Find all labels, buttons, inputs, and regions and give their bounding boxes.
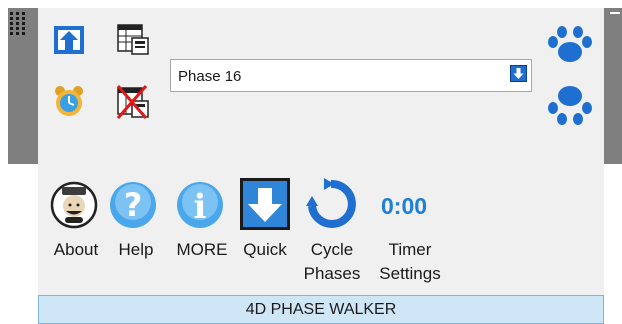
timer-value[interactable]: 0:00 bbox=[381, 193, 427, 220]
phase-select[interactable]: Phase 16 bbox=[170, 59, 532, 92]
svg-text:i: i bbox=[194, 187, 207, 227]
quick-down-arrow-icon bbox=[240, 178, 290, 230]
cycle-label-line2[interactable]: Phases bbox=[300, 264, 364, 284]
quick-button[interactable] bbox=[238, 176, 292, 232]
paw-forward-icon bbox=[548, 26, 592, 62]
about-avatar-icon bbox=[50, 181, 98, 229]
svg-text:?: ? bbox=[124, 186, 143, 224]
info-icon: i bbox=[177, 182, 223, 228]
right-edge-bar bbox=[604, 8, 622, 164]
grip-dots-icon[interactable] bbox=[10, 12, 28, 38]
schedule-table-icon bbox=[117, 24, 149, 55]
alarm-button[interactable] bbox=[52, 84, 86, 118]
step-back-button[interactable] bbox=[546, 84, 594, 128]
schedule-delete-icon bbox=[116, 85, 149, 119]
about-label[interactable]: About bbox=[44, 240, 108, 260]
quick-label[interactable]: Quick bbox=[236, 240, 294, 260]
panel-title: 4D PHASE WALKER bbox=[245, 301, 397, 318]
left-blank-strip bbox=[8, 164, 38, 324]
phase-select-value: Phase 16 bbox=[178, 68, 242, 85]
cycle-refresh-icon bbox=[306, 178, 356, 228]
panel-title-bar: 4D PHASE WALKER bbox=[38, 295, 604, 324]
step-forward-button[interactable] bbox=[546, 24, 594, 64]
drag-handle-area[interactable] bbox=[8, 8, 38, 164]
help-icon: ? bbox=[110, 182, 156, 228]
schedule-delete-button[interactable] bbox=[116, 84, 150, 120]
cycle-label-line1[interactable]: Cycle bbox=[300, 240, 364, 260]
more-label[interactable]: MORE bbox=[172, 240, 232, 260]
export-button[interactable] bbox=[52, 22, 86, 56]
timer-label-line1[interactable]: Timer bbox=[372, 240, 448, 260]
pin-icon[interactable] bbox=[610, 12, 620, 14]
export-icon bbox=[54, 26, 84, 54]
about-button[interactable] bbox=[50, 178, 102, 232]
cycle-phases-button[interactable] bbox=[304, 176, 358, 232]
alarm-clock-icon bbox=[55, 86, 83, 116]
paw-back-icon bbox=[548, 86, 592, 125]
schedule-table-button[interactable] bbox=[116, 22, 150, 56]
more-info-button[interactable]: i bbox=[174, 178, 226, 232]
timer-label-line2[interactable]: Settings bbox=[372, 264, 448, 284]
help-label[interactable]: Help bbox=[112, 240, 160, 260]
dropdown-arrow-icon[interactable] bbox=[510, 65, 527, 82]
help-button[interactable]: ? bbox=[108, 178, 158, 232]
